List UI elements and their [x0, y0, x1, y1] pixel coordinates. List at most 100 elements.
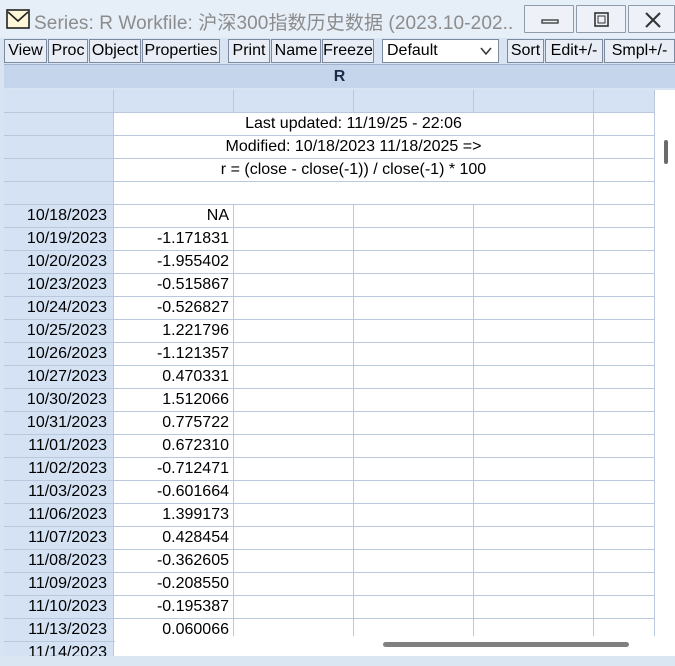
grid-cell[interactable]: [234, 343, 354, 366]
grid-cell[interactable]: [354, 274, 474, 297]
value-cell[interactable]: -0.208550: [114, 573, 234, 596]
grid-cell[interactable]: [474, 458, 594, 481]
sample-toggle-button[interactable]: Smpl+/-: [604, 39, 675, 63]
grid-cell[interactable]: [594, 159, 655, 182]
table-row[interactable]: 10/30/2023 1.512066: [4, 389, 655, 412]
grid-cell[interactable]: [594, 343, 655, 366]
grid-cell[interactable]: [354, 251, 474, 274]
proc-button[interactable]: Proc: [48, 39, 88, 63]
row-date-label[interactable]: 11/08/2023: [4, 550, 114, 573]
grid-cell[interactable]: [594, 504, 655, 527]
edit-toggle-button[interactable]: Edit+/-: [545, 39, 603, 63]
grid-cell[interactable]: [354, 504, 474, 527]
grid-cell[interactable]: [234, 504, 354, 527]
grid-cell[interactable]: [594, 573, 655, 596]
value-cell[interactable]: 0.672310: [114, 435, 234, 458]
grid-cell[interactable]: [234, 251, 354, 274]
value-cell[interactable]: 1.512066: [114, 389, 234, 412]
grid-cell[interactable]: [474, 251, 594, 274]
horizontal-scrollbar[interactable]: [115, 636, 655, 656]
row-date-label[interactable]: 11/07/2023: [4, 527, 114, 550]
grid-cell[interactable]: [234, 228, 354, 251]
grid-cell[interactable]: [474, 527, 594, 550]
grid-cell[interactable]: [594, 320, 655, 343]
row-date-label[interactable]: 11/13/2023: [4, 619, 114, 642]
column-header[interactable]: [354, 90, 474, 113]
table-row[interactable]: 10/23/2023 -0.515867: [4, 274, 655, 297]
grid-cell[interactable]: [234, 412, 354, 435]
grid-cell[interactable]: [594, 481, 655, 504]
grid-cell[interactable]: [354, 573, 474, 596]
grid-cell[interactable]: [594, 136, 655, 159]
grid-cell[interactable]: [474, 366, 594, 389]
table-row[interactable]: 10/25/2023 1.221796: [4, 320, 655, 343]
value-cell[interactable]: -0.195387: [114, 596, 234, 619]
row-date-label[interactable]: 11/01/2023: [4, 435, 114, 458]
grid-cell[interactable]: [474, 481, 594, 504]
row-date-label[interactable]: 11/10/2023: [4, 596, 114, 619]
column-header[interactable]: [114, 90, 234, 113]
grid-cell[interactable]: [354, 596, 474, 619]
grid-cell[interactable]: [234, 389, 354, 412]
table-row[interactable]: 11/10/2023 -0.195387: [4, 596, 655, 619]
value-cell[interactable]: -1.955402: [114, 251, 234, 274]
column-header[interactable]: [474, 90, 594, 113]
row-date-label[interactable]: 10/20/2023: [4, 251, 114, 274]
grid-cell[interactable]: [234, 366, 354, 389]
value-cell[interactable]: 0.470331: [114, 366, 234, 389]
table-row[interactable]: 10/20/2023 -1.955402: [4, 251, 655, 274]
grid-cell[interactable]: [474, 297, 594, 320]
row-header[interactable]: [4, 136, 114, 159]
table-row[interactable]: 10/26/2023 -1.121357: [4, 343, 655, 366]
grid-cell[interactable]: [594, 251, 655, 274]
grid-cell[interactable]: [234, 435, 354, 458]
row-date-label[interactable]: 10/19/2023: [4, 228, 114, 251]
grid-cell[interactable]: [594, 412, 655, 435]
grid-cell[interactable]: [594, 435, 655, 458]
row-date-label[interactable]: 10/27/2023: [4, 366, 114, 389]
grid-cell[interactable]: [354, 320, 474, 343]
grid-cell[interactable]: [354, 527, 474, 550]
grid-cell[interactable]: [474, 320, 594, 343]
grid-cell[interactable]: [234, 320, 354, 343]
grid-cell[interactable]: [234, 297, 354, 320]
series-spreadsheet[interactable]: Last updated: 11/19/25 - 22:06 Modified: …: [4, 90, 655, 656]
row-date-label[interactable]: 11/09/2023: [4, 573, 114, 596]
column-header[interactable]: [234, 90, 354, 113]
grid-cell[interactable]: [114, 182, 594, 205]
sort-button[interactable]: Sort: [507, 39, 544, 63]
grid-cell[interactable]: [594, 113, 655, 136]
table-row[interactable]: 11/02/2023 -0.712471: [4, 458, 655, 481]
grid-cell[interactable]: [354, 228, 474, 251]
grid-cell[interactable]: [354, 343, 474, 366]
table-row[interactable]: 10/19/2023 -1.171831: [4, 228, 655, 251]
row-date-label[interactable]: 10/23/2023: [4, 274, 114, 297]
value-cell[interactable]: -1.121357: [114, 343, 234, 366]
properties-button[interactable]: Properties: [142, 39, 220, 63]
row-date-label[interactable]: 10/31/2023: [4, 412, 114, 435]
grid-cell[interactable]: [354, 435, 474, 458]
table-row[interactable]: 11/07/2023 0.428454: [4, 527, 655, 550]
grid-cell[interactable]: [474, 504, 594, 527]
vertical-scrollbar[interactable]: [655, 90, 675, 656]
row-header[interactable]: [4, 182, 114, 205]
value-cell[interactable]: -0.601664: [114, 481, 234, 504]
freeze-button[interactable]: Freeze: [322, 39, 374, 63]
table-row[interactable]: 10/18/2023 NA: [4, 205, 655, 228]
grid-cell[interactable]: [354, 412, 474, 435]
grid-cell[interactable]: [354, 366, 474, 389]
value-cell[interactable]: -0.526827: [114, 297, 234, 320]
value-cell[interactable]: 0.775722: [114, 412, 234, 435]
row-header[interactable]: [4, 113, 114, 136]
grid-cell[interactable]: [474, 550, 594, 573]
grid-cell[interactable]: [234, 458, 354, 481]
grid-cell[interactable]: [474, 274, 594, 297]
row-date-label[interactable]: 11/03/2023: [4, 481, 114, 504]
grid-cell[interactable]: [594, 389, 655, 412]
view-button[interactable]: View: [4, 39, 47, 63]
grid-cell[interactable]: [594, 228, 655, 251]
row-date-label[interactable]: 10/30/2023: [4, 389, 114, 412]
value-cell[interactable]: 0.428454: [114, 527, 234, 550]
grid-cell[interactable]: [594, 527, 655, 550]
row-date-label[interactable]: 11/06/2023: [4, 504, 114, 527]
